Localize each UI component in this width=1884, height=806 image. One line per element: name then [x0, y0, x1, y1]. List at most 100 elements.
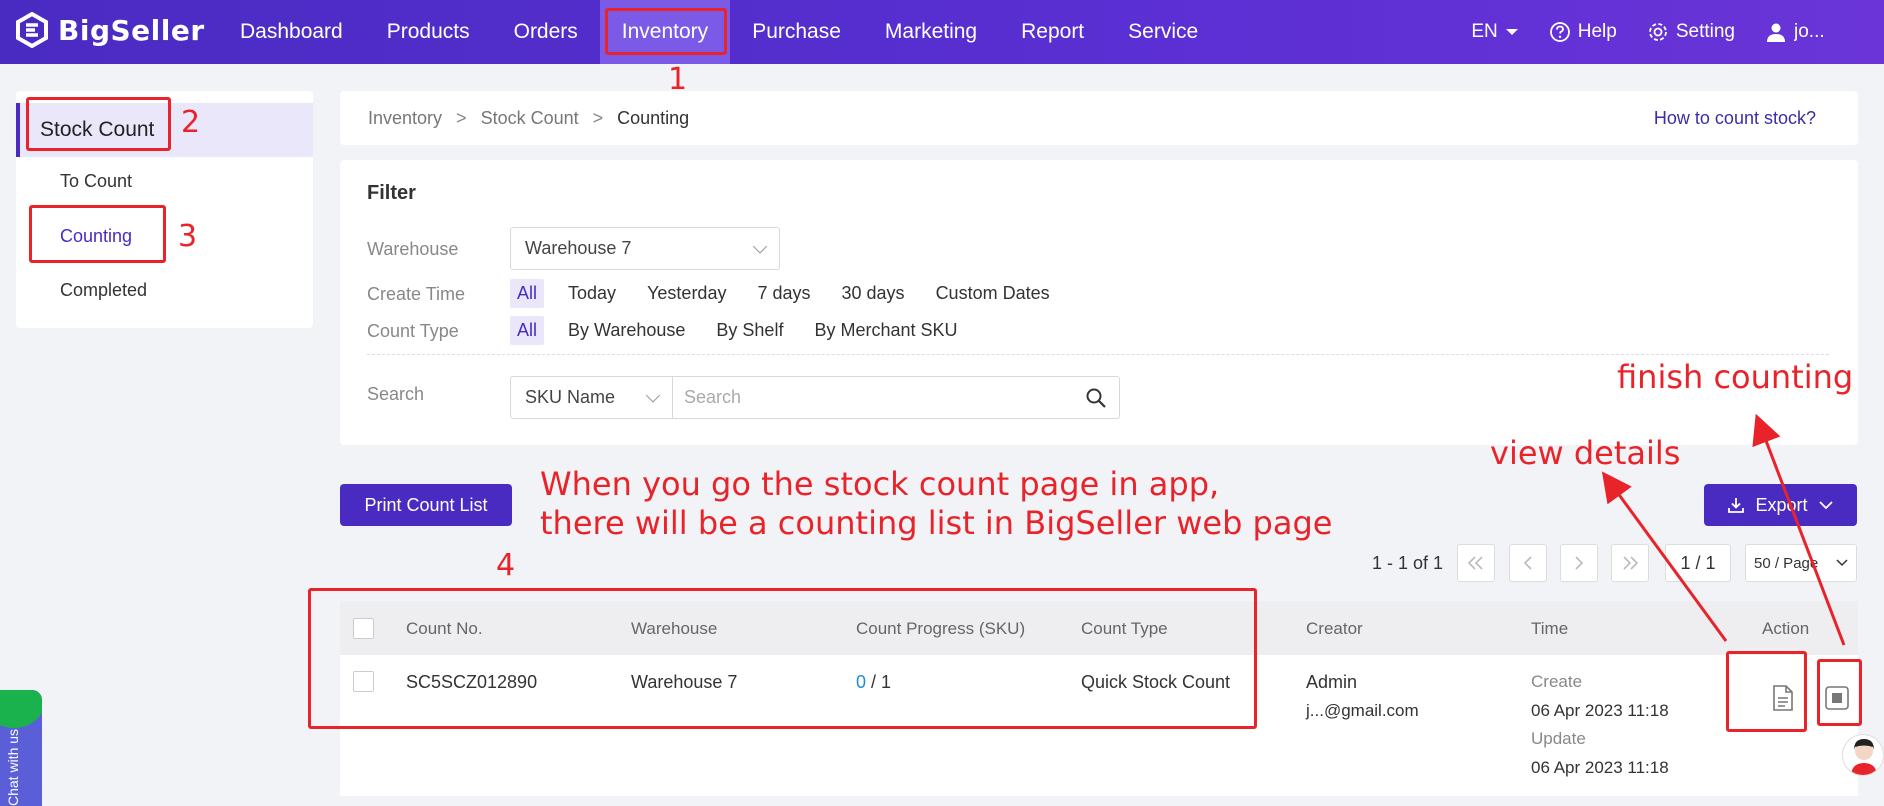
how-to-count-link[interactable]: How to count stock?: [1654, 108, 1816, 129]
breadcrumb-separator: >: [592, 107, 604, 128]
last-page-button[interactable]: [1611, 544, 1649, 582]
user-menu[interactable]: jo...: [1765, 21, 1864, 43]
column-count-no: Count No.: [406, 619, 483, 638]
nav-purchase[interactable]: Purchase: [730, 0, 863, 64]
annotation-number-4: 4: [496, 548, 516, 583]
nav-marketing[interactable]: Marketing: [863, 0, 999, 64]
breadcrumb: Inventory > Stock Count > Counting How t…: [340, 91, 1858, 145]
chevron-down-icon: [1818, 501, 1833, 510]
nav-orders[interactable]: Orders: [492, 0, 600, 64]
create-time: 06 Apr 2023 11:18: [1531, 701, 1669, 720]
count-type-label: Count Type: [367, 321, 459, 341]
column-warehouse: Warehouse: [631, 619, 718, 638]
search-label: Search: [367, 384, 425, 404]
document-icon[interactable]: [1771, 684, 1795, 712]
nav-dashboard[interactable]: Dashboard: [218, 0, 365, 64]
count-type-by-merchant-sku[interactable]: By Merchant SKU: [807, 316, 964, 345]
warehouse-select-value: Warehouse 7: [525, 238, 632, 258]
create-time-30-days[interactable]: 30 days: [835, 279, 912, 308]
count-type-by-shelf[interactable]: By Shelf: [709, 316, 790, 345]
double-chevron-left-icon: [1467, 556, 1483, 570]
nav-inventory[interactable]: Inventory: [599, 0, 731, 64]
prev-page-button[interactable]: [1509, 544, 1547, 582]
sidebar-header-stock-count[interactable]: Stock Count: [16, 103, 313, 157]
question-circle-icon: [1549, 22, 1570, 42]
nav-right-group: EN Help Setting jo...: [1471, 0, 1864, 64]
annotation-number-2: 2: [181, 105, 201, 140]
creator-name: Admin: [1306, 672, 1358, 692]
brand-logo[interactable]: BigSeller: [14, 12, 205, 48]
select-all-checkbox[interactable]: [353, 618, 374, 639]
column-count-type: Count Type: [1081, 619, 1168, 638]
create-time-all[interactable]: All: [510, 279, 545, 308]
search-icon[interactable]: [1085, 387, 1107, 409]
progress-total: / 1: [871, 672, 892, 692]
page-size-select[interactable]: 50 / Page: [1745, 544, 1857, 582]
nav-service[interactable]: Service: [1106, 0, 1220, 64]
gear-icon: [1648, 23, 1667, 41]
breadcrumb-counting: Counting: [617, 107, 690, 128]
update-label: Update: [1531, 729, 1586, 748]
annotation-note-line-1: When you go the stock count page in app,: [540, 465, 1220, 503]
search-input[interactable]: Search: [672, 376, 1120, 419]
breadcrumb-inventory[interactable]: Inventory: [368, 108, 442, 129]
column-count-progress: Count Progress (SKU): [856, 619, 1026, 638]
user-icon: [1767, 23, 1785, 42]
language-label: EN: [1471, 21, 1498, 42]
print-count-list-button[interactable]: Print Count List: [340, 484, 512, 526]
column-time: Time: [1531, 619, 1569, 638]
annotation-note-line-2: there will be a counting list in BigSell…: [540, 504, 1333, 542]
create-time-today[interactable]: Today: [561, 279, 623, 308]
filter-panel: Filter Warehouse Warehouse 7 Create Time…: [340, 160, 1858, 445]
row-checkbox[interactable]: [353, 671, 374, 692]
create-time-options: All Today Yesterday 7 days 30 days Custo…: [510, 279, 1074, 308]
setting-label: Setting: [1675, 21, 1735, 42]
create-time-yesterday[interactable]: Yesterday: [640, 279, 733, 308]
sidebar-item-completed[interactable]: Completed: [60, 280, 147, 301]
help-link[interactable]: Help: [1549, 21, 1617, 43]
page-indicator[interactable]: 1 / 1: [1665, 544, 1731, 582]
nav-report[interactable]: Report: [999, 0, 1106, 64]
support-agent-icon: [1851, 739, 1877, 775]
search-field-select[interactable]: SKU Name: [510, 376, 673, 419]
support-avatar[interactable]: [1842, 734, 1884, 776]
count-type-cell: Quick Stock Count: [1081, 672, 1231, 692]
next-page-button[interactable]: [1560, 544, 1598, 582]
count-type-options: All By Warehouse By Shelf By Merchant SK…: [510, 316, 982, 345]
create-time-7-days[interactable]: 7 days: [750, 279, 817, 308]
export-button[interactable]: Export: [1704, 484, 1857, 526]
warehouse-select[interactable]: Warehouse 7: [510, 227, 780, 270]
first-page-button[interactable]: [1457, 544, 1495, 582]
count-type-by-warehouse[interactable]: By Warehouse: [561, 316, 692, 345]
warehouse-cell: Warehouse 7: [631, 672, 738, 692]
export-label: Export: [1755, 494, 1808, 515]
setting-link[interactable]: Setting: [1647, 21, 1735, 43]
page-size-value: 50 / Page: [1754, 554, 1819, 572]
sidebar-item-to-count[interactable]: To Count: [60, 171, 132, 192]
chat-with-us-tab[interactable]: Chat with us: [0, 690, 42, 806]
nav-products[interactable]: Products: [365, 0, 492, 64]
update-time: 06 Apr 2023 11:18: [1531, 758, 1669, 777]
chevron-down-icon: [645, 387, 661, 403]
top-navigation-bar: BigSeller Dashboard Products Orders Inve…: [0, 0, 1884, 64]
chevron-right-icon: [1575, 556, 1584, 570]
count-no-cell[interactable]: SC5SCZ012890: [406, 672, 537, 693]
breadcrumb-stock-count[interactable]: Stock Count: [481, 108, 579, 129]
create-time-label: Create Time: [367, 284, 466, 304]
language-selector[interactable]: EN: [1471, 21, 1518, 43]
sidebar-item-counting[interactable]: Counting: [60, 226, 132, 247]
chevron-down-icon: [1836, 559, 1848, 567]
annotation-number-1: 1: [668, 62, 688, 97]
column-creator: Creator: [1306, 619, 1363, 638]
create-time-custom-dates[interactable]: Custom Dates: [929, 279, 1057, 308]
count-progress-cell: 0 / 1: [856, 672, 891, 693]
help-label: Help: [1577, 21, 1617, 42]
count-type-all[interactable]: All: [510, 316, 545, 345]
stop-square-icon[interactable]: [1824, 685, 1850, 711]
main-nav: Dashboard Products Orders Inventory Purc…: [218, 0, 1220, 64]
search-field-value: SKU Name: [525, 387, 616, 407]
stock-count-sidebar: Stock Count To Count Counting Completed: [16, 91, 313, 328]
bigseller-logo-icon: [16, 12, 48, 48]
chevron-down-icon: [752, 238, 768, 254]
create-label: Create: [1531, 672, 1583, 691]
